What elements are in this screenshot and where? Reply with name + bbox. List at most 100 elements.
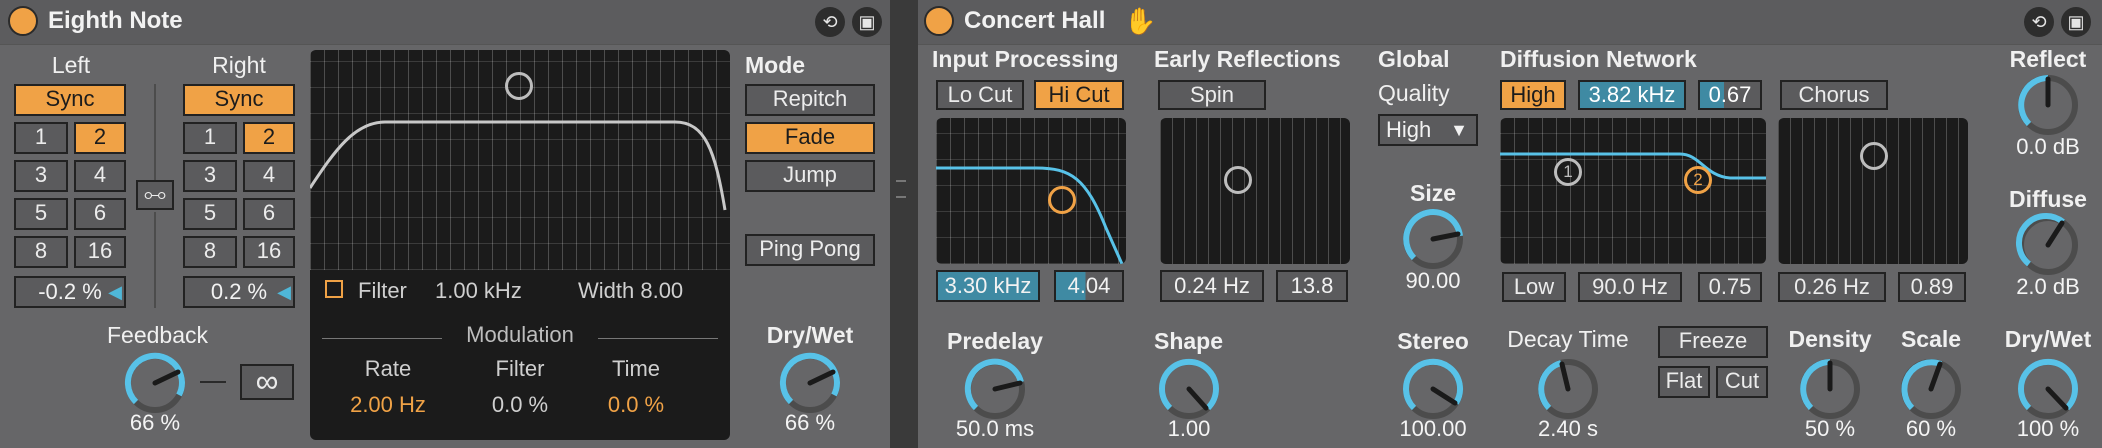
- decay-time-knob[interactable]: [1533, 354, 1603, 424]
- chorus-button[interactable]: Chorus: [1780, 80, 1888, 110]
- hi-cut-button[interactable]: Hi Cut: [1034, 80, 1124, 110]
- right-note-3[interactable]: 3: [183, 160, 237, 192]
- reverb-power-button[interactable]: [924, 6, 954, 36]
- cut-button[interactable]: Cut: [1716, 366, 1768, 398]
- early-reflections-handle[interactable]: [1224, 166, 1252, 194]
- diffusion-low-button[interactable]: Low: [1502, 272, 1566, 302]
- density-label: Density: [1788, 326, 1872, 352]
- size-knob[interactable]: [1398, 204, 1468, 274]
- spin-amount-value: 13.8: [1290, 273, 1334, 298]
- reverb-save-preset-icon[interactable]: ▣: [2061, 7, 2091, 37]
- filter-checkbox[interactable]: [325, 280, 343, 298]
- reflect-value: 0.0 dB: [2016, 134, 2080, 159]
- left-note-2[interactable]: 2: [74, 122, 126, 154]
- stereo-link-button[interactable]: ⧟: [136, 180, 174, 210]
- diffusion-handle-1-number: 1: [1563, 162, 1573, 181]
- right-note-5[interactable]: 5: [183, 198, 237, 230]
- density-knob-arc: [1800, 359, 1831, 411]
- density-knob[interactable]: [1795, 354, 1865, 424]
- diffusion-low-value[interactable]: 0.75: [1698, 272, 1762, 302]
- predelay-knob[interactable]: [960, 354, 1030, 424]
- reflect-knob[interactable]: [2013, 70, 2083, 140]
- left-sync-button[interactable]: Sync: [14, 84, 126, 116]
- diffusion-high-button[interactable]: High: [1500, 80, 1566, 110]
- mod-time-value[interactable]: 0.0 %: [578, 392, 694, 418]
- early-reflections-display: [1160, 118, 1350, 264]
- diffusion-low-freq[interactable]: 90.0 Hz: [1578, 272, 1682, 302]
- feedback-dash: [200, 381, 226, 383]
- mod-rate-value[interactable]: 2.00 Hz: [330, 392, 446, 418]
- reverb-hot-swap-icon[interactable]: ⟲: [2024, 7, 2054, 37]
- diffuse-value: 2.0 dB: [2016, 274, 2080, 299]
- shape-knob[interactable]: [1154, 354, 1224, 424]
- right-note-4[interactable]: 4: [243, 160, 295, 192]
- echo-filter-handle[interactable]: [505, 72, 533, 100]
- mode-repitch-button[interactable]: Repitch: [745, 84, 875, 116]
- left-note-3[interactable]: 3: [14, 160, 68, 192]
- filter-frequency[interactable]: 1.00 kHz: [435, 278, 522, 304]
- feedback-value: 66 %: [129, 410, 181, 435]
- spin-button[interactable]: Spin: [1158, 80, 1266, 110]
- left-note-16[interactable]: 16: [74, 236, 126, 268]
- spin-rate-value: 0.24 Hz: [1174, 273, 1250, 298]
- freeze-button[interactable]: Freeze: [1658, 326, 1768, 358]
- input-filter-curve: [936, 166, 1124, 264]
- diffusion-handle-2[interactable]: 2: [1684, 166, 1712, 194]
- right-sync-button[interactable]: Sync: [183, 84, 295, 116]
- right-offset-field[interactable]: 0.2 % ◀: [183, 276, 295, 308]
- left-note-4[interactable]: 4: [74, 160, 126, 192]
- right-note-8[interactable]: 8: [183, 236, 237, 268]
- reverb-device: Concert Hall ✋ ⟲ ▣ Input Processing Lo C…: [918, 0, 2102, 448]
- lo-cut-button[interactable]: Lo Cut: [936, 80, 1024, 110]
- echo-power-button[interactable]: [8, 6, 38, 36]
- left-note-8[interactable]: 8: [14, 236, 68, 268]
- stereo-knob[interactable]: [1398, 354, 1468, 424]
- mod-filter-value[interactable]: 0.0 %: [462, 392, 578, 418]
- spin-rate-field[interactable]: 0.24 Hz: [1160, 270, 1264, 302]
- input-freq-field[interactable]: 3.30 kHz: [936, 270, 1040, 302]
- echo-drywet-label: Dry/Wet: [766, 322, 854, 348]
- echo-drywet-value: 66 %: [784, 410, 836, 435]
- left-label: Left: [51, 52, 91, 78]
- left-offset-value: -0.2 %: [38, 279, 102, 304]
- echo-drywet-knob[interactable]: [775, 348, 845, 418]
- diffusion-high-value[interactable]: 0.67: [1698, 80, 1762, 110]
- left-offset-field[interactable]: -0.2 % ◀: [14, 276, 126, 308]
- mode-label: Mode: [745, 52, 806, 78]
- spin-amount-field[interactable]: 13.8: [1276, 270, 1348, 302]
- input-filter-display: [936, 118, 1126, 264]
- right-note-16[interactable]: 16: [243, 236, 295, 268]
- diffusion-high-freq[interactable]: 3.82 kHz: [1578, 80, 1686, 110]
- hot-swap-icon[interactable]: ⟲: [815, 7, 845, 37]
- left-note-6[interactable]: 6: [74, 198, 126, 230]
- right-note-6[interactable]: 6: [243, 198, 295, 230]
- stereo-label: Stereo: [1397, 328, 1469, 354]
- quality-select[interactable]: High ▼: [1378, 114, 1478, 146]
- diffuse-knob[interactable]: [2013, 210, 2083, 280]
- left-note-5[interactable]: 5: [14, 198, 68, 230]
- device-divider[interactable]: [896, 180, 906, 198]
- scale-knob[interactable]: [1896, 354, 1966, 424]
- ping-pong-button[interactable]: Ping Pong: [745, 234, 875, 266]
- save-preset-icon[interactable]: ▣: [852, 7, 882, 37]
- diffusion-handle-1[interactable]: 1: [1554, 158, 1582, 186]
- filter-width[interactable]: Width 8.00: [578, 278, 683, 304]
- mode-fade-button[interactable]: Fade: [745, 122, 875, 154]
- flat-button[interactable]: Flat: [1658, 366, 1710, 398]
- reverb-drywet-knob[interactable]: [2013, 354, 2083, 424]
- input-filter-handle[interactable]: [1048, 186, 1076, 214]
- feedback-knob[interactable]: [120, 348, 190, 418]
- diffuse-label: Diffuse: [2009, 186, 2087, 212]
- input-q-field[interactable]: 4.04: [1054, 270, 1124, 302]
- left-note-1[interactable]: 1: [14, 122, 68, 154]
- chorus-rate-field[interactable]: 0.26 Hz: [1778, 272, 1886, 302]
- chorus-amount-field[interactable]: 0.89: [1898, 272, 1966, 302]
- right-note-1[interactable]: 1: [183, 122, 237, 154]
- mode-jump-button[interactable]: Jump: [745, 160, 875, 192]
- chorus-handle[interactable]: [1860, 142, 1888, 170]
- right-note-2[interactable]: 2: [243, 122, 295, 154]
- reverb-drywet-label: Dry/Wet: [2004, 326, 2092, 352]
- stereo-value: 100.00: [1399, 416, 1467, 441]
- echo-drywet-knob-arc: [779, 352, 840, 405]
- infinite-feedback-button[interactable]: ∞: [240, 364, 294, 400]
